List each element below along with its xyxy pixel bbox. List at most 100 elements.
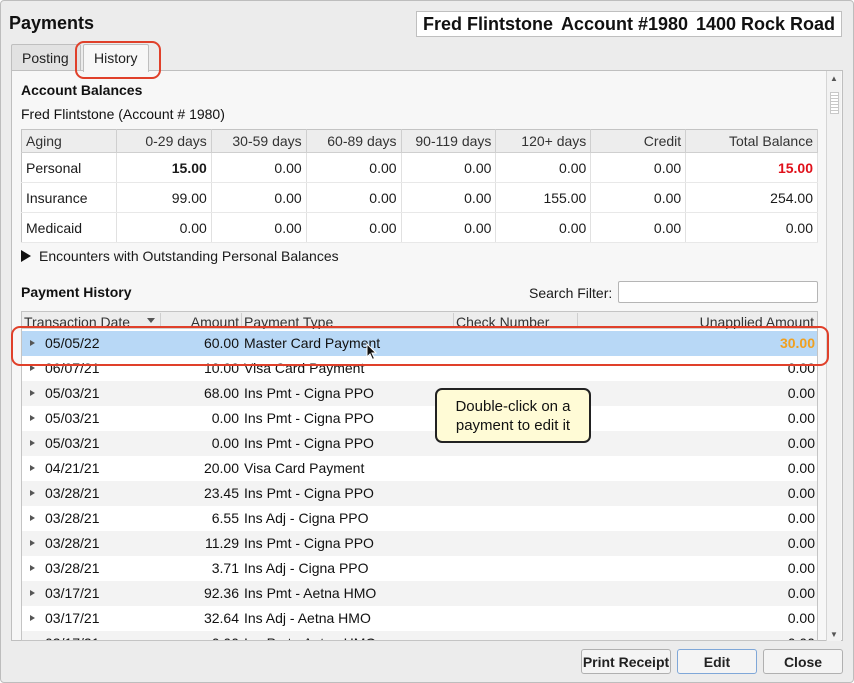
expand-row-icon[interactable]	[30, 465, 35, 471]
cell-amount: 11.29	[205, 535, 239, 551]
cell-unapplied-amount: 0.00	[787, 535, 815, 551]
aging-header-row: Aging 0-29 days 30-59 days 60-89 days 90…	[21, 129, 818, 153]
expand-row-icon[interactable]	[30, 490, 35, 496]
cell-payment-type: Ins Pmt - Cigna PPO	[244, 535, 374, 551]
edit-hint-callout: Double-click on a payment to edit it	[435, 388, 591, 443]
cell-payment-type: Ins Pmt - Aetna HMO	[244, 631, 376, 640]
cell-unapplied-amount: 0.00	[787, 485, 815, 501]
col-header-payment-type[interactable]: Payment Type	[243, 313, 454, 329]
expand-row-icon[interactable]	[30, 540, 35, 546]
aging-cell: 155.00	[495, 182, 592, 213]
disclosure-triangle-icon[interactable]	[21, 250, 31, 262]
aging-cell: 0.00	[306, 152, 402, 183]
cell-payment-type: Ins Pmt - Cigna PPO	[244, 385, 374, 401]
account-balances-title: Account Balances	[21, 82, 143, 98]
expand-row-icon[interactable]	[30, 565, 35, 571]
scroll-thumb[interactable]	[830, 92, 839, 114]
table-row[interactable]: 04/21/21 20.00 Visa Card Payment 0.00	[22, 456, 817, 481]
col-header-unapplied-amount[interactable]: Unapplied Amount	[578, 313, 816, 329]
vertical-scrollbar[interactable]: ▲ ▼	[826, 71, 841, 641]
edit-button[interactable]: Edit	[677, 649, 757, 674]
table-row[interactable]: 05/03/21 0.00 Ins Pmt - Cigna PPO 0.00	[22, 406, 817, 431]
aging-col-header: 120+ days	[495, 129, 592, 153]
cell-payment-type: Ins Pmt - Cigna PPO	[244, 410, 374, 426]
cell-payment-type: Ins Pmt - Cigna PPO	[244, 485, 374, 501]
expand-row-icon[interactable]	[30, 515, 35, 521]
aging-row-insurance: Insurance 99.00 0.00 0.00 0.00 155.00 0.…	[21, 182, 818, 213]
col-header-amount[interactable]: Amount	[162, 313, 242, 329]
cell-unapplied-amount: 0.00	[787, 610, 815, 626]
patient-header: Fred Flintstone Account #1980 1400 Rock …	[416, 11, 842, 37]
aging-cell: 0.00	[590, 152, 687, 183]
encounters-disclosure[interactable]: Encounters with Outstanding Personal Bal…	[21, 248, 339, 264]
cell-unapplied-amount: 0.00	[787, 585, 815, 601]
cell-unapplied-amount: 0.00	[787, 435, 815, 451]
cell-unapplied-amount: 0.00	[787, 385, 815, 401]
cell-amount: 23.45	[203, 485, 239, 501]
col-header-transaction-date[interactable]: Transaction Date	[24, 313, 161, 329]
cell-payment-type: Master Card Payment	[244, 335, 381, 351]
col-header-check-number[interactable]: Check Number	[454, 313, 578, 329]
expand-row-icon[interactable]	[30, 640, 35, 641]
search-filter-input[interactable]	[618, 281, 818, 303]
print-receipt-button[interactable]: Print Receipt	[581, 649, 671, 674]
aging-cell: 15.00	[116, 152, 212, 183]
tab-history[interactable]: History	[83, 44, 149, 72]
cell-transaction-date: 03/17/21	[45, 631, 100, 640]
scroll-up-icon[interactable]: ▲	[830, 74, 838, 83]
table-row[interactable]: 03/17/21 32.64 Ins Adj - Aetna HMO 0.00	[22, 606, 817, 631]
cell-amount: 60.00	[203, 335, 239, 351]
expand-row-icon[interactable]	[30, 415, 35, 421]
aging-cell: 99.00	[116, 182, 212, 213]
cell-transaction-date: 03/28/21	[45, 485, 100, 501]
aging-cell: 0.00	[211, 212, 307, 243]
cell-amount: 6.55	[211, 510, 239, 526]
cell-amount: 20.00	[203, 460, 239, 476]
cell-payment-type: Visa Card Payment	[244, 360, 365, 376]
cell-transaction-date: 05/03/21	[45, 410, 100, 426]
table-row[interactable]: 05/03/21 68.00 Ins Pmt - Cigna PPO 0.00	[22, 381, 817, 406]
expand-row-icon[interactable]	[30, 590, 35, 596]
patient-address: 1400 Rock Road	[695, 13, 835, 34]
account-balances-subtitle: Fred Flintstone (Account # 1980)	[21, 106, 225, 122]
expand-row-icon[interactable]	[30, 615, 35, 621]
cell-payment-type: Ins Adj - Cigna PPO	[244, 560, 369, 576]
table-row[interactable]: 03/28/21 6.55 Ins Adj - Cigna PPO 0.00	[22, 506, 817, 531]
cell-transaction-date: 04/21/21	[45, 460, 100, 476]
expand-row-icon[interactable]	[30, 390, 35, 396]
cell-unapplied-amount: 0.00	[788, 631, 815, 640]
scroll-down-icon[interactable]: ▼	[830, 630, 838, 639]
window-title: Payments	[9, 13, 95, 33]
encounters-label: Encounters with Outstanding Personal Bal…	[39, 248, 339, 264]
aging-cell: 0.00	[401, 182, 497, 213]
table-row[interactable]: 03/28/21 23.45 Ins Pmt - Cigna PPO 0.00	[22, 481, 817, 506]
cell-amount: 92.36	[203, 585, 239, 601]
aging-cell: Personal	[21, 152, 117, 183]
aging-cell: 0.00	[306, 182, 402, 213]
mouse-cursor-icon	[366, 343, 378, 361]
expand-row-icon[interactable]	[30, 440, 35, 446]
cell-amount: 0.00	[211, 435, 239, 451]
aging-table: Aging 0-29 days 30-59 days 60-89 days 90…	[21, 129, 818, 243]
table-row-selected[interactable]: 05/05/22 60.00 Master Card Payment 30.00	[22, 331, 817, 356]
aging-col-header: 90-119 days	[401, 129, 497, 153]
payment-history-grid: Transaction Date Amount Payment Type Che…	[21, 311, 818, 641]
cell-payment-type: Ins Adj - Aetna HMO	[244, 610, 371, 626]
cell-unapplied-amount: 0.00	[787, 410, 815, 426]
cell-transaction-date: 03/28/21	[45, 535, 100, 551]
expand-row-icon[interactable]	[30, 340, 35, 346]
cell-unapplied-amount: 0.00	[787, 510, 815, 526]
tab-posting[interactable]: Posting	[11, 44, 81, 72]
table-row[interactable]: 06/07/21 10.00 Visa Card Payment 0.00	[22, 356, 817, 381]
table-row[interactable]: 03/28/21 11.29 Ins Pmt - Cigna PPO 0.00	[22, 531, 817, 556]
close-button[interactable]: Close	[763, 649, 843, 674]
table-row[interactable]: 05/03/21 0.00 Ins Pmt - Cigna PPO 0.00	[22, 431, 817, 456]
cell-amount: 10.00	[203, 360, 239, 376]
table-row[interactable]: 03/28/21 3.71 Ins Adj - Cigna PPO 0.00	[22, 556, 817, 581]
patient-name: Fred Flintstone	[423, 13, 553, 34]
table-row[interactable]: 03/17/21 0.00 Ins Pmt - Aetna HMO 0.00	[22, 631, 817, 641]
expand-row-icon[interactable]	[30, 365, 35, 371]
table-row[interactable]: 03/17/21 92.36 Ins Pmt - Aetna HMO 0.00	[22, 581, 817, 606]
aging-col-header: 60-89 days	[306, 129, 402, 153]
aging-col-header: 0-29 days	[116, 129, 212, 153]
